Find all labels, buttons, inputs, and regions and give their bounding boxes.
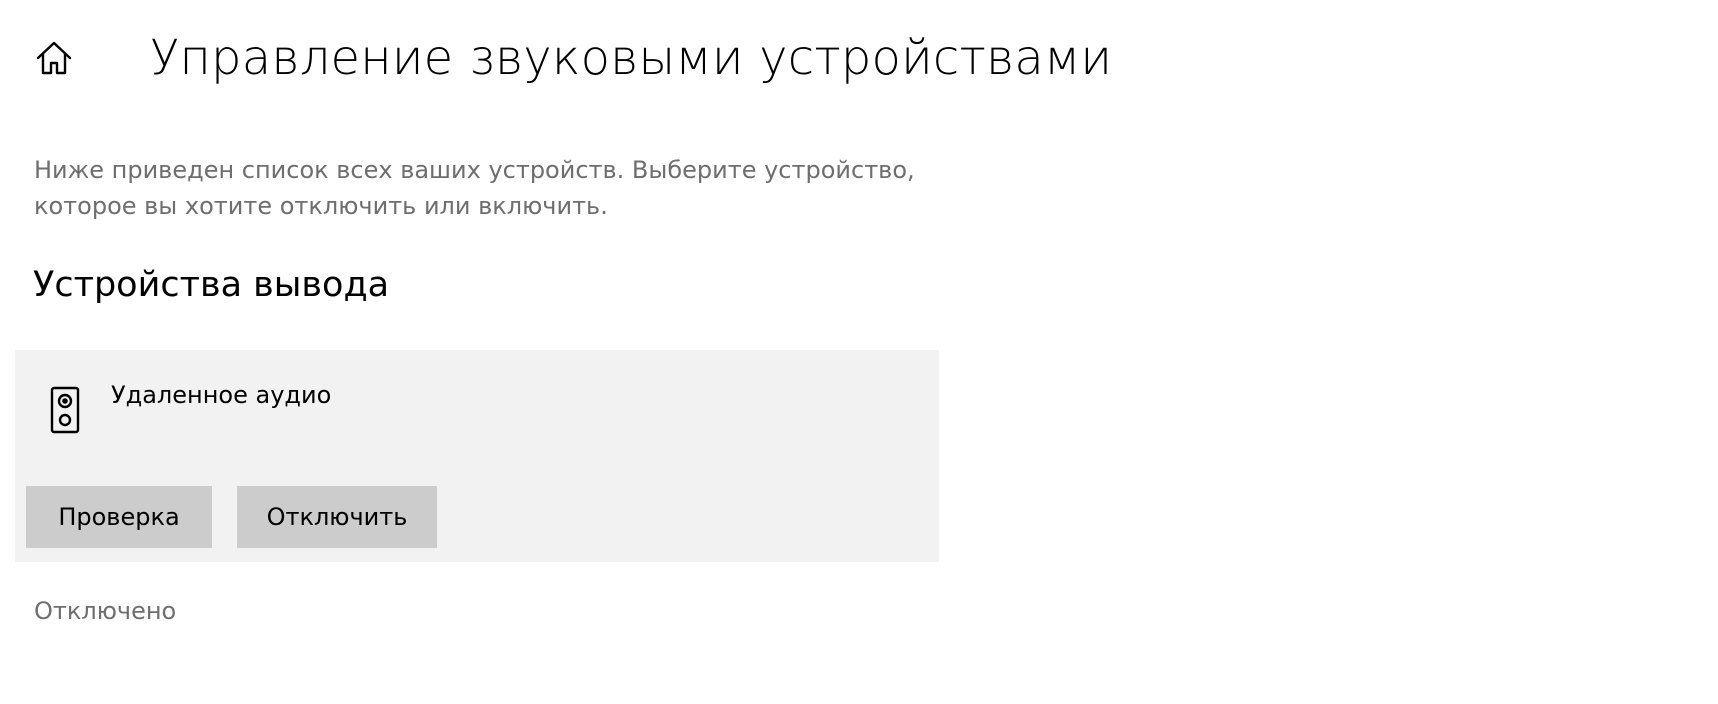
home-button[interactable] [32, 36, 76, 80]
page-description: Ниже приведен список всех ваших устройст… [34, 152, 934, 224]
home-icon [36, 41, 72, 75]
device-name: Удаленное аудио [111, 381, 332, 409]
disable-button[interactable]: Отключить [237, 486, 437, 548]
output-devices-heading: Устройства вывода [33, 265, 390, 305]
description-line-2: которое вы хотите отключить или включить… [34, 192, 608, 220]
disabled-devices-heading: Отключено [34, 597, 177, 625]
page-header: Управление звуковыми устройствами [32, 26, 1112, 90]
device-card-remote-audio[interactable]: Удаленное аудио Проверка Отключить [15, 350, 939, 562]
description-line-1: Ниже приведен список всех ваших устройст… [34, 156, 915, 184]
speaker-icon [50, 386, 80, 434]
sound-devices-page: Управление звуковыми устройствами Ниже п… [0, 0, 1718, 704]
test-button[interactable]: Проверка [26, 486, 212, 548]
page-title: Управление звуковыми устройствами [150, 30, 1113, 86]
